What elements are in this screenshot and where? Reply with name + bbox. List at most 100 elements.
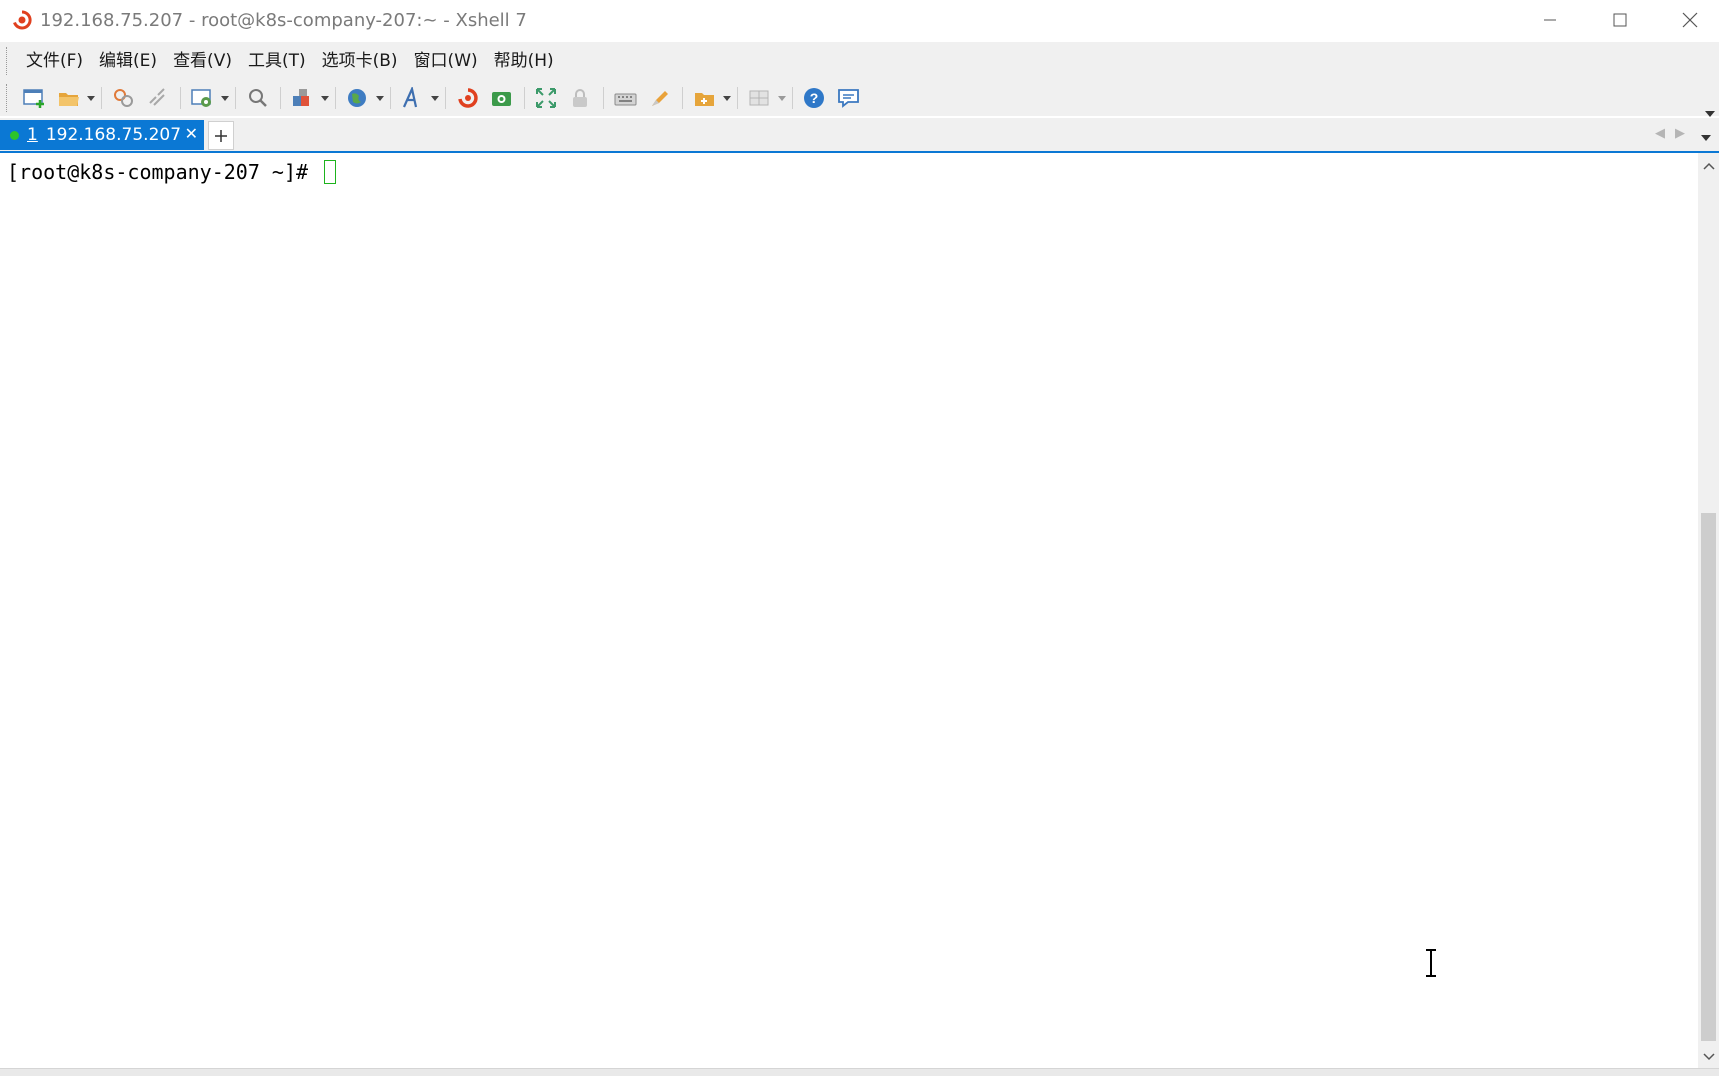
tab-list-dropdown[interactable]: [1701, 126, 1711, 145]
help-icon: ?: [804, 88, 824, 108]
chevron-up-icon: [1702, 162, 1715, 170]
minimize-button[interactable]: [1515, 0, 1585, 40]
tab-close-icon[interactable]: ✕: [185, 124, 198, 143]
tab-bar: 1 192.168.75.207 ✕ ◀ ▶: [0, 118, 1719, 151]
menu-window[interactable]: 窗口(W): [406, 42, 486, 80]
chevron-down-icon: [431, 95, 439, 101]
xftp-icon: [492, 92, 511, 106]
chat-icon: [838, 89, 859, 108]
font-button[interactable]: [398, 83, 428, 113]
fullscreen-button[interactable]: [532, 83, 562, 113]
highlighter-button[interactable]: [645, 83, 675, 113]
tab-number: 1: [27, 125, 38, 145]
connect-button[interactable]: [109, 83, 139, 113]
disconnect-icon: [149, 88, 165, 106]
open-dropdown[interactable]: [86, 83, 96, 113]
xshell-button[interactable]: [453, 83, 483, 113]
svg-text:?: ?: [810, 90, 819, 106]
close-window-button[interactable]: [1655, 0, 1719, 40]
chevron-down-icon: [87, 95, 95, 101]
terminal-line: [root@k8s-company-207 ~]#: [7, 160, 337, 184]
keyboard-icon: [614, 93, 637, 106]
new-session-button[interactable]: [20, 83, 50, 113]
new-folder-button[interactable]: [690, 83, 720, 113]
properties-icon: [191, 89, 211, 107]
find-icon: [249, 89, 267, 107]
ibeam-cursor-icon: [1424, 949, 1438, 981]
lock-icon: [573, 89, 587, 107]
keyboard-button[interactable]: [611, 83, 641, 113]
window-title: 192.168.75.207 - root@k8s-company-207:~ …: [40, 9, 527, 31]
properties-button[interactable]: [188, 83, 218, 113]
fullscreen-icon: [536, 88, 556, 108]
chevron-down-icon: [723, 95, 731, 101]
disconnect-button[interactable]: [143, 83, 173, 113]
toolbar: ?: [0, 80, 1719, 117]
vertical-scrollbar[interactable]: [1698, 153, 1719, 1068]
chevron-down-icon: [1702, 1053, 1715, 1061]
globe-dropdown[interactable]: [375, 83, 385, 113]
connect-icon: [114, 89, 133, 107]
toolbar-separator: [235, 87, 236, 109]
layout-icon: [293, 89, 309, 106]
toolbar-separator: [792, 87, 793, 109]
properties-dropdown[interactable]: [220, 83, 230, 113]
globe-button[interactable]: [343, 83, 373, 113]
chat-button[interactable]: [834, 83, 864, 113]
minimize-icon: [1544, 19, 1556, 21]
scroll-up-button[interactable]: [1698, 157, 1719, 175]
menu-bar: 文件(F) 编辑(E) 查看(V) 工具(T) 选项卡(B) 窗口(W) 帮助(…: [0, 42, 1719, 80]
chevron-down-icon: [778, 95, 786, 101]
tile-dropdown[interactable]: [777, 83, 787, 113]
layout-button[interactable]: [288, 83, 318, 113]
tab-scroll-left-icon[interactable]: ◀: [1655, 126, 1665, 141]
terminal-area[interactable]: [root@k8s-company-207 ~]#: [0, 153, 1698, 1068]
tile-button[interactable]: [745, 83, 775, 113]
menu-help[interactable]: 帮助(H): [486, 42, 562, 80]
menu-file[interactable]: 文件(F): [18, 42, 91, 80]
new-folder-dropdown[interactable]: [722, 83, 732, 113]
find-button[interactable]: [243, 83, 273, 113]
toolbar-separator: [280, 87, 281, 109]
session-tab[interactable]: 1 192.168.75.207 ✕: [0, 120, 204, 150]
menu-tools[interactable]: 工具(T): [240, 42, 314, 80]
toolbar-separator: [335, 87, 336, 109]
xshell-icon: [458, 88, 478, 108]
chevron-down-icon: [1705, 111, 1715, 117]
plus-icon: [215, 129, 227, 142]
maximize-button[interactable]: [1585, 0, 1655, 40]
new-tab-button[interactable]: [208, 121, 234, 150]
toolbar-grip[interactable]: [6, 84, 10, 112]
xshell-app-icon[interactable]: [10, 8, 34, 32]
globe-icon: [348, 89, 366, 107]
close-icon: [1682, 12, 1698, 28]
chevron-down-icon: [376, 95, 384, 101]
chevron-down-icon: [321, 95, 329, 101]
menu-tabs[interactable]: 选项卡(B): [314, 42, 406, 80]
lock-button[interactable]: [566, 83, 596, 113]
menu-grip[interactable]: [6, 47, 10, 75]
scroll-thumb[interactable]: [1701, 513, 1716, 1041]
chevron-down-icon: [221, 95, 229, 101]
maximize-icon: [1613, 13, 1627, 27]
open-button[interactable]: [54, 83, 84, 113]
tile-icon: [749, 90, 769, 106]
tab-label: 192.168.75.207: [45, 125, 182, 145]
title-bar: 192.168.75.207 - root@k8s-company-207:~ …: [0, 0, 1719, 40]
help-button[interactable]: ?: [800, 83, 830, 113]
font-dropdown[interactable]: [430, 83, 440, 113]
scroll-down-button[interactable]: [1698, 1048, 1719, 1066]
menu-edit[interactable]: 编辑(E): [91, 42, 165, 80]
toolbar-separator: [737, 87, 738, 109]
xftp-button[interactable]: [487, 83, 517, 113]
font-icon: [402, 87, 418, 108]
toolbar-separator: [101, 87, 102, 109]
new-session-icon: [23, 89, 44, 108]
tab-scroll-right-icon[interactable]: ▶: [1675, 126, 1685, 141]
toolbar-separator: [445, 87, 446, 109]
menu-view[interactable]: 查看(V): [165, 42, 240, 80]
layout-dropdown[interactable]: [320, 83, 330, 113]
toolbar-separator: [180, 87, 181, 109]
toolbar-separator: [603, 87, 604, 109]
text-cursor: [324, 160, 337, 184]
